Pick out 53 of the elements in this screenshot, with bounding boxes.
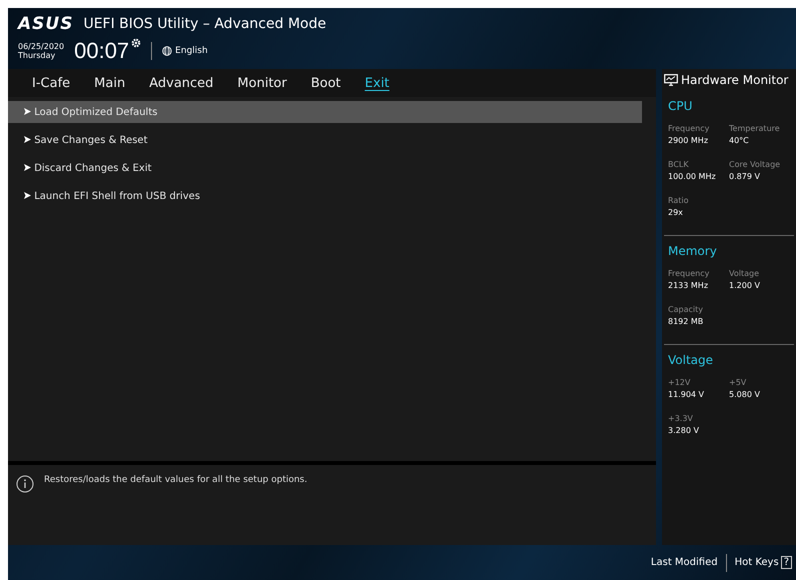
- reading-value: 1.200 V: [729, 280, 761, 292]
- menu-item[interactable]: Launch EFI Shell from USB drives: [8, 185, 642, 208]
- nav-tab[interactable]: Main: [94, 76, 126, 91]
- nav-tab[interactable]: I-Cafe: [32, 76, 70, 91]
- reading-label: Frequency: [668, 268, 710, 280]
- weekday: Thursday: [18, 50, 56, 60]
- window-title: UEFI BIOS Utility – Advanced Mode: [83, 16, 326, 32]
- menu-item[interactable]: Save Changes & Reset: [8, 129, 642, 152]
- section-heading: Voltage: [668, 352, 714, 370]
- reading-value: 3.280 V: [668, 425, 700, 438]
- reading-label: Ratio: [668, 195, 690, 208]
- reading-label: +5V: [729, 377, 748, 390]
- reading-label: +3.3V: [668, 413, 694, 426]
- last-modified-button[interactable]: Last Modified: [650, 557, 718, 568]
- reading-value: 2133 MHz: [668, 280, 710, 292]
- nav-tab[interactable]: Advanced: [149, 76, 214, 91]
- reading-label: +12V: [668, 377, 692, 390]
- reading-value: 2900 MHz: [668, 135, 710, 148]
- menu-item[interactable]: Load Optimized Defaults: [8, 101, 642, 124]
- reading-value: 8192 MB: [668, 316, 704, 328]
- date: 06/25/2020: [18, 42, 64, 51]
- arrow-icon: [24, 108, 31, 115]
- reading-label: Voltage: [729, 268, 760, 280]
- nav-tab[interactable]: Boot: [310, 76, 341, 91]
- info-icon: [16, 475, 34, 494]
- reading-label: BCLK: [668, 159, 690, 172]
- nav-tab[interactable]: Monitor: [237, 76, 287, 91]
- reading-label: Temperature: [729, 123, 781, 136]
- reading-value: 40°C: [729, 135, 750, 148]
- section-heading: Memory: [668, 243, 718, 260]
- nav-tab[interactable]: Exit: [364, 76, 390, 91]
- menu-item[interactable]: Discard Changes & Exit: [8, 157, 642, 180]
- reading-label: Capacity: [668, 304, 704, 316]
- reading-value: 11.904 V: [668, 389, 706, 402]
- brand-logo: ASUS: [18, 14, 74, 34]
- reading-value: 0.879 V: [729, 171, 761, 184]
- help-text: Restores/loads the default values for all the setup options.: [44, 475, 308, 488]
- arrow-icon: [24, 192, 31, 199]
- section-heading: CPU: [668, 98, 694, 116]
- globe-icon: [162, 46, 172, 56]
- reading-label: Core Voltage: [729, 159, 782, 172]
- clock: 00:07: [74, 38, 130, 64]
- reading-label: Frequency: [668, 123, 710, 136]
- arrow-icon: [24, 164, 31, 171]
- language-button[interactable]: English: [162, 46, 208, 56]
- monitor-icon: [664, 74, 678, 86]
- reading-value: 100.00 MHz: [668, 171, 717, 184]
- panel-title: Hardware Monitor: [681, 73, 788, 88]
- settings-icon[interactable]: [131, 38, 142, 48]
- hot-keys-button[interactable]: Hot Keys ?: [734, 556, 792, 570]
- arrow-icon: [24, 136, 31, 143]
- reading-value: 5.080 V: [729, 389, 761, 402]
- reading-value: 29x: [668, 207, 684, 220]
